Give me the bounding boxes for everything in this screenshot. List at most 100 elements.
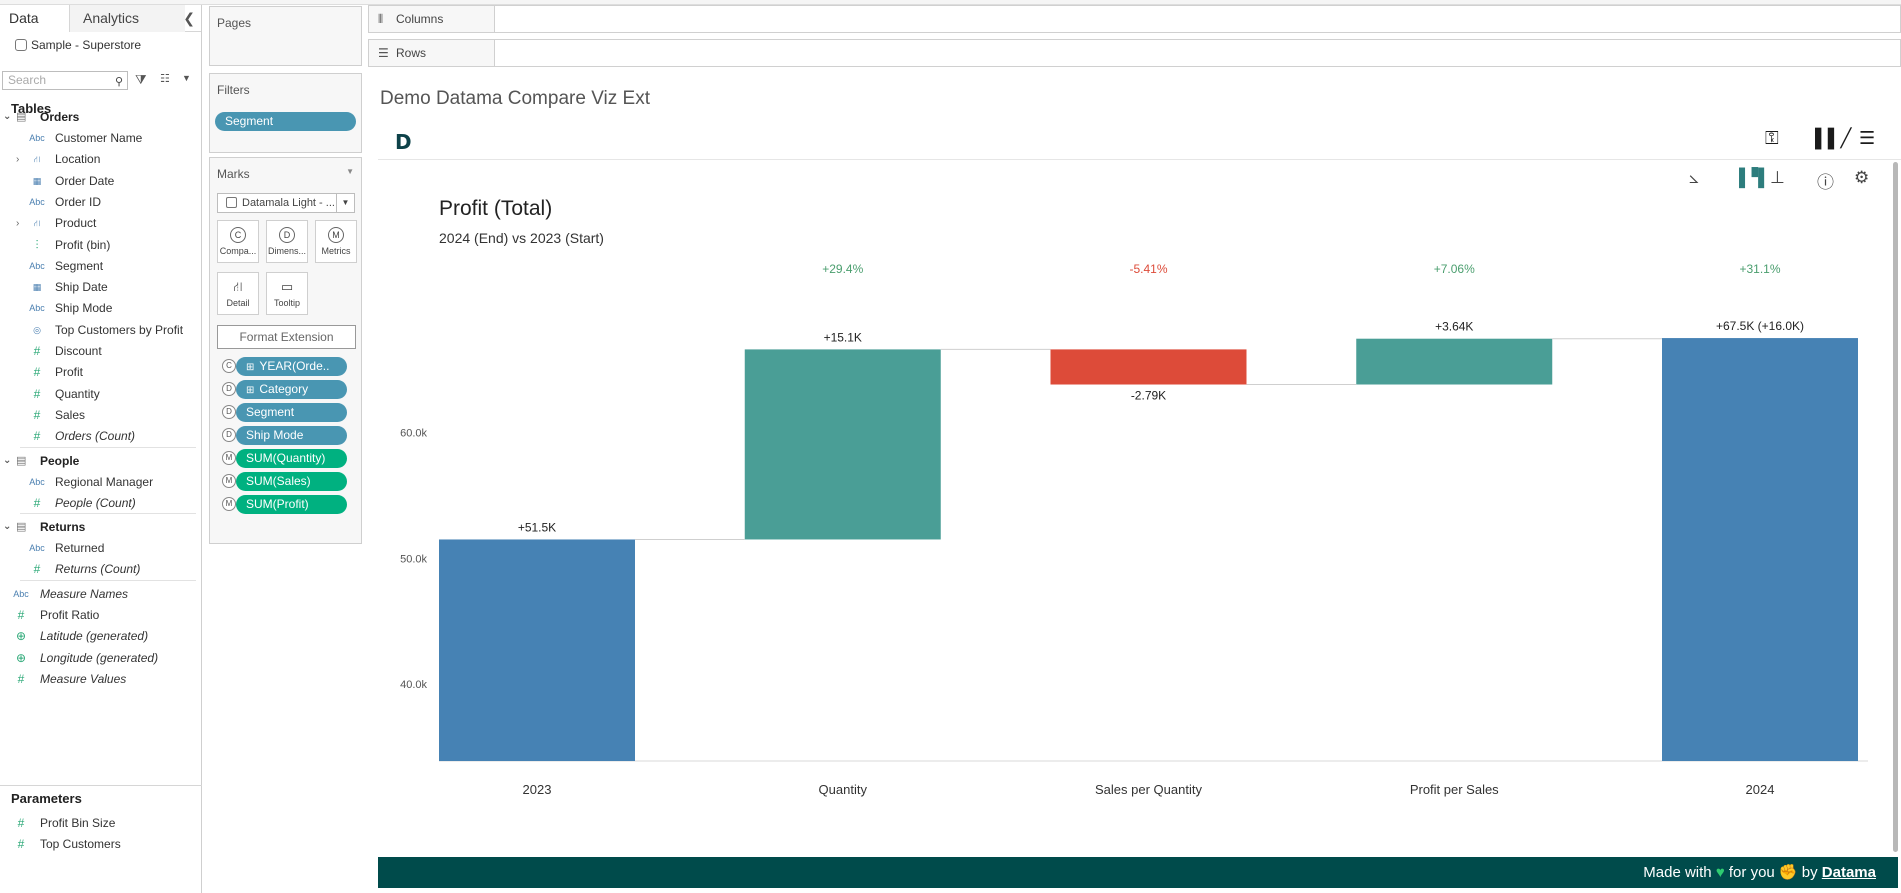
chevron-down-icon[interactable]: ⌄ xyxy=(3,451,11,471)
chevron-down-icon[interactable]: ⌄ xyxy=(3,517,11,537)
pages-card[interactable]: Pages xyxy=(209,6,362,66)
mark-button-label: Compa... xyxy=(219,246,257,256)
field-item[interactable]: Abc Returned xyxy=(0,538,196,559)
chevron-right-icon[interactable]: › xyxy=(16,149,19,170)
footer-for-you: for you xyxy=(1728,864,1775,881)
field-label: Profit xyxy=(55,365,84,380)
bar-value-label: -2.79K xyxy=(1131,389,1166,403)
field-item[interactable]: ◎ Top Customers by Profit xyxy=(0,320,196,341)
mark-pill[interactable]: SUM(Quantity) xyxy=(236,449,347,468)
mark-pill[interactable]: SUM(Profit) xyxy=(236,495,347,514)
field-item[interactable]: ⊕ Longitude (generated) xyxy=(0,648,196,669)
tab-analytics[interactable]: Analytics xyxy=(70,5,185,32)
marks-type-select[interactable]: Datamala Light - ... ▼ xyxy=(217,193,355,213)
field-item[interactable]: # Sales xyxy=(0,405,196,426)
field-label: Returns (Count) xyxy=(55,562,141,577)
mark-pill[interactable]: ⊞ Category xyxy=(236,380,347,399)
rows-shelf-label: ☰ Rows xyxy=(369,40,495,66)
field-item[interactable]: # Quantity xyxy=(0,384,196,405)
parameter-item[interactable]: # Top Customers xyxy=(0,834,196,855)
bar-value-label: +3.64K xyxy=(1435,320,1473,334)
field-label: Measure Names xyxy=(40,586,129,601)
expand-plus-icon[interactable]: ⊞ xyxy=(246,385,254,396)
number-type-icon: # xyxy=(17,816,25,830)
field-item[interactable]: ▦ Order Date xyxy=(0,171,196,192)
globe-icon: ⊕ xyxy=(15,650,27,665)
mark-pill[interactable]: SUM(Sales) xyxy=(236,472,347,491)
field-item[interactable]: # Profit xyxy=(0,362,196,383)
bar-value-label: +51.5K xyxy=(518,520,556,534)
chevron-down-icon[interactable]: ▼ xyxy=(346,167,354,176)
search-icon[interactable]: ⚲ xyxy=(115,74,123,91)
number-type-icon: # xyxy=(33,344,41,358)
search-input[interactable]: Search ⚲ xyxy=(2,71,128,90)
columns-shelf[interactable]: ⫴ Columns xyxy=(368,5,1901,33)
mark-pill[interactable]: Segment xyxy=(236,403,347,422)
field-item[interactable]: # People (Count) xyxy=(0,493,196,514)
tab-data[interactable]: Data xyxy=(0,5,70,32)
waterfall-bar[interactable] xyxy=(1356,338,1553,385)
mark-pill-row: M SUM(Profit) xyxy=(216,495,356,514)
field-item[interactable]: # Returns (Count) xyxy=(0,559,196,580)
mark-pill-row: M SUM(Quantity) xyxy=(216,449,356,468)
field-item[interactable]: Abc Order ID xyxy=(0,192,196,213)
field-label: Measure Values xyxy=(40,671,127,686)
table-group-returns[interactable]: ⌄ ▤ Returns xyxy=(0,517,196,537)
collapse-pane-icon[interactable]: ❮ xyxy=(183,10,195,27)
field-label: People (Count) xyxy=(55,495,136,510)
mark-button-detail[interactable]: ⛙ Detail xyxy=(217,272,259,315)
data-pane: Data Analytics ❮ Sample - Superstore Sea… xyxy=(0,5,202,893)
datama-link[interactable]: Datama xyxy=(1822,864,1876,881)
mark-pill[interactable]: Ship Mode xyxy=(236,426,347,445)
mark-pill-label: SUM(Sales) xyxy=(246,474,311,488)
parameter-item[interactable]: # Profit Bin Size xyxy=(0,813,196,834)
waterfall-bar[interactable] xyxy=(1050,349,1247,385)
field-item[interactable]: Abc Segment xyxy=(0,256,196,277)
field-item[interactable]: ▦ Ship Date xyxy=(0,277,196,298)
mark-button-metrics[interactable]: M Metrics xyxy=(315,220,357,263)
field-item[interactable]: Abc Customer Name xyxy=(0,128,196,149)
field-item[interactable]: Abc Ship Mode xyxy=(0,298,196,319)
expand-plus-icon[interactable]: ⊞ xyxy=(246,362,254,373)
filters-card[interactable]: Filters Segment xyxy=(209,73,362,153)
mark-button-label: Metrics xyxy=(321,246,351,256)
field-item[interactable]: # Discount xyxy=(0,341,196,362)
table-group-people[interactable]: ⌄ ▤ People xyxy=(0,451,196,471)
mark-pill-label: YEAR(Orde.. xyxy=(259,359,330,373)
filter-pill-segment[interactable]: Segment xyxy=(215,112,356,131)
footer-made-with: Made with xyxy=(1643,864,1712,881)
vertical-scrollbar[interactable] xyxy=(1893,162,1898,852)
waterfall-bar[interactable] xyxy=(744,349,941,540)
field-item[interactable]: # Profit Ratio xyxy=(0,605,196,626)
waterfall-bar[interactable] xyxy=(439,539,635,761)
field-label: Top Customers by Profit xyxy=(55,322,184,337)
field-item[interactable]: Abc Regional Manager xyxy=(0,472,196,493)
view-list-icon[interactable]: ☷ xyxy=(160,72,170,85)
field-item[interactable]: ⊕ Latitude (generated) xyxy=(0,626,196,647)
table-group-orders[interactable]: ⌄ ▤ Orders xyxy=(0,107,196,127)
field-item[interactable]: › ⛙ Location xyxy=(0,149,196,170)
mark-button-compare[interactable]: C Compa... xyxy=(217,220,259,263)
mark-button-label: Tooltip xyxy=(273,298,300,308)
table-icon: ▤ xyxy=(16,111,27,123)
mark-button-tooltip[interactable]: ▭ Tooltip xyxy=(266,272,308,315)
chevron-down-icon[interactable]: ⌄ xyxy=(3,107,11,127)
field-item[interactable]: # Orders (Count) xyxy=(0,426,196,447)
heart-icon: ♥ xyxy=(1715,864,1725,881)
mark-button-dimensions[interactable]: D Dimens... xyxy=(266,220,308,263)
mark-pill-label: Segment xyxy=(246,405,295,419)
field-item[interactable]: # Measure Values xyxy=(0,669,196,690)
filter-icon[interactable]: ⧩ xyxy=(135,72,147,88)
field-item[interactable]: ⫶ Profit (bin) xyxy=(0,235,196,256)
datasource-item[interactable]: Sample - Superstore xyxy=(15,38,141,52)
mark-button-label: Dimens... xyxy=(267,246,306,256)
chevron-down-icon[interactable]: ▼ xyxy=(182,73,191,83)
waterfall-bar[interactable] xyxy=(1662,338,1858,761)
field-item[interactable]: › ⛙ Product xyxy=(0,213,196,234)
field-item[interactable]: Abc Measure Names xyxy=(0,584,196,605)
mark-pill[interactable]: ⊞ YEAR(Orde.. xyxy=(236,357,347,376)
format-extension-button[interactable]: Format Extension xyxy=(217,325,356,349)
rows-shelf[interactable]: ☰ Rows xyxy=(368,39,1901,67)
role-badge: C xyxy=(222,359,236,373)
chevron-right-icon[interactable]: › xyxy=(16,213,19,234)
